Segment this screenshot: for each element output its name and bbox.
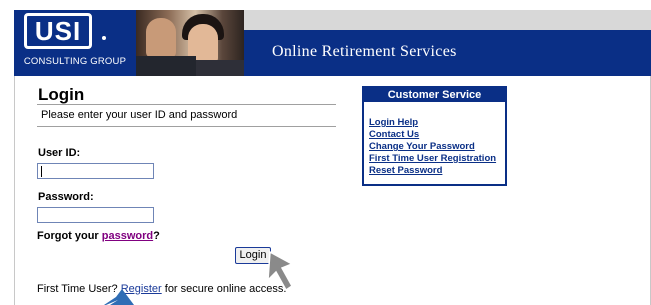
header-photo	[136, 10, 244, 76]
pointer-arrow-icon	[104, 289, 134, 305]
page-header: Online Retirement Services USI CONSULTIN…	[14, 10, 651, 76]
forgot-password-link[interactable]: password	[102, 230, 153, 242]
forgot-suffix: ?	[153, 230, 160, 242]
userid-label: User ID:	[38, 147, 81, 159]
content-left-border	[14, 76, 15, 305]
reset-password-link[interactable]: Reset Password	[369, 165, 442, 176]
logo-dot	[102, 36, 106, 40]
customer-service-links: Login Help Contact Us Change Your Passwo…	[364, 102, 505, 176]
userid-input[interactable]	[37, 163, 154, 179]
logo-subtitle: CONSULTING GROUP	[23, 56, 127, 67]
list-item: Login Help	[369, 112, 505, 128]
forgot-password-text: Forgot your password?	[37, 230, 160, 242]
divider	[37, 104, 336, 105]
divider	[37, 126, 336, 127]
list-item: Change Your Password	[369, 136, 505, 152]
list-item: First Time User Registration	[369, 148, 505, 164]
list-item: Contact Us	[369, 124, 505, 140]
usi-logo[interactable]: USI CONSULTING GROUP	[14, 10, 136, 76]
first-time-user-text: First Time User? Register for secure onl…	[37, 283, 286, 295]
customer-service-title: Customer Service	[364, 88, 505, 102]
header-banner: Online Retirement Services	[244, 30, 651, 76]
customer-service-panel: Customer Service Login Help Contact Us C…	[362, 86, 507, 186]
mouse-cursor-icon	[267, 250, 294, 292]
login-title: Login	[38, 85, 85, 104]
forgot-prefix: Forgot your	[37, 230, 102, 242]
password-label: Password:	[38, 191, 94, 203]
text-caret	[41, 166, 42, 177]
logo-wordmark: USI	[24, 13, 92, 49]
login-instructions: Please enter your user ID and password	[41, 109, 238, 121]
banner-title: Online Retirement Services	[272, 43, 457, 60]
header-top-strip	[244, 10, 651, 30]
password-input[interactable]	[37, 207, 154, 223]
